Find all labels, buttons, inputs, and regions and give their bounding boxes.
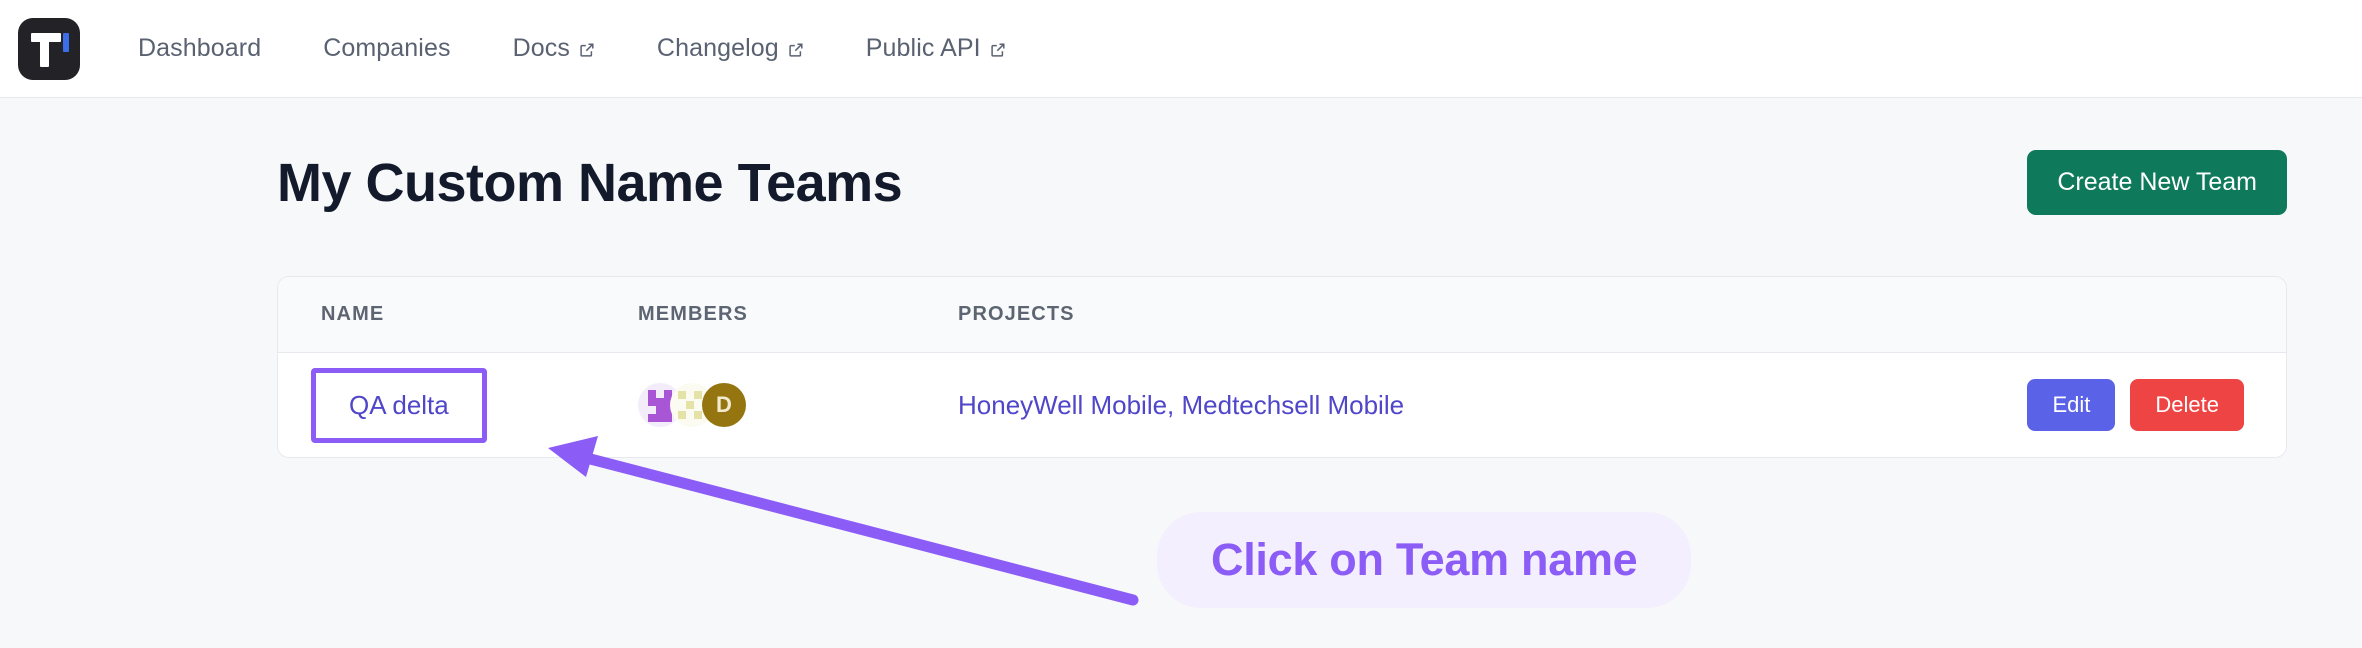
external-link-icon <box>579 42 595 58</box>
nav-label-docs: Docs <box>512 34 570 62</box>
projects-link[interactable]: HoneyWell Mobile, Medtechsell Mobile <box>958 390 1404 420</box>
app-logo-icon[interactable] <box>18 17 80 80</box>
main-navigation: Dashboard Companies Docs Changelog Publi… <box>138 34 1068 63</box>
member-avatar-3[interactable]: D <box>702 383 746 427</box>
external-link-icon <box>788 42 804 58</box>
cell-team-name: QA delta <box>278 367 638 443</box>
team-name-link[interactable]: QA delta <box>349 390 449 420</box>
page-title: My Custom Name Teams <box>277 152 903 213</box>
delete-button[interactable]: Delete <box>2130 379 2244 431</box>
nav-label-dashboard: Dashboard <box>138 34 262 62</box>
table-header-row: NAME MEMBERS PROJECTS <box>278 277 2286 353</box>
team-name-highlight-box[interactable]: QA delta <box>311 367 487 443</box>
create-new-team-button[interactable]: Create New Team <box>2027 150 2287 215</box>
column-header-members: MEMBERS <box>638 303 748 325</box>
cell-projects: HoneyWell Mobile, Medtechsell Mobile <box>958 390 1946 421</box>
edit-button[interactable]: Edit <box>2027 379 2116 431</box>
nav-item-dashboard[interactable]: Dashboard <box>138 34 261 63</box>
table-row: QA delta D HoneyWell Mobile, Medtechsell… <box>278 353 2286 457</box>
nav-label-companies: Companies <box>323 34 451 62</box>
column-header-name: NAME <box>321 303 385 325</box>
annotation-callout: Click on Team name <box>1157 512 1692 608</box>
member-avatar-group: D <box>638 383 958 427</box>
cell-actions: Edit Delete <box>1946 379 2286 431</box>
external-link-icon <box>990 42 1006 58</box>
logo-t-stem <box>40 32 49 67</box>
teams-table-card: NAME MEMBERS PROJECTS QA delta D HoneyWe… <box>277 276 2287 458</box>
page-header-row: My Custom Name Teams Create New Team <box>277 150 2287 215</box>
nav-item-changelog[interactable]: Changelog <box>657 34 804 63</box>
column-header-projects: PROJECTS <box>958 303 1075 325</box>
nav-item-public-api[interactable]: Public API <box>866 34 1006 63</box>
cell-members: D <box>638 383 958 427</box>
nav-label-public-api: Public API <box>865 34 981 62</box>
top-navbar: Dashboard Companies Docs Changelog Publi… <box>0 0 2362 98</box>
nav-item-companies[interactable]: Companies <box>323 34 450 63</box>
nav-label-changelog: Changelog <box>656 34 779 62</box>
logo-blue-accent <box>63 32 69 52</box>
nav-item-docs[interactable]: Docs <box>513 34 595 63</box>
